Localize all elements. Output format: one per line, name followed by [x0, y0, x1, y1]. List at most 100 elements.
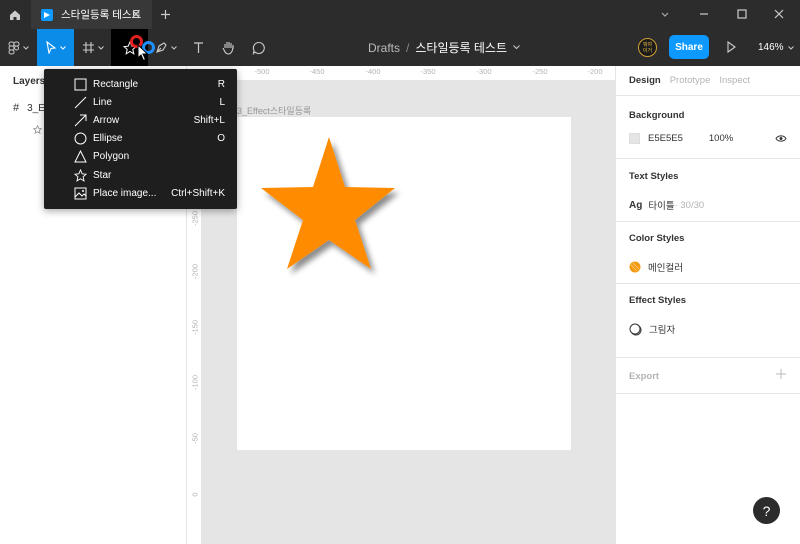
- eye-icon[interactable]: [775, 134, 787, 143]
- ruler-label: -450: [309, 67, 325, 76]
- menu-item-polygon[interactable]: Polygon: [44, 148, 237, 166]
- close-window-icon[interactable]: [772, 7, 786, 21]
- present-play-icon[interactable]: [724, 40, 738, 54]
- menu-item-shortcut: L: [219, 96, 225, 108]
- avatar[interactable]: 뭐야 이거: [638, 38, 657, 57]
- star-icon: [32, 124, 43, 135]
- export-title: Export: [629, 371, 660, 382]
- menu-item-ellipse[interactable]: Ellipse O: [44, 130, 237, 148]
- text-tool-button[interactable]: [186, 29, 211, 66]
- ruler-label: -200: [587, 67, 603, 76]
- arrow-icon: [74, 114, 87, 127]
- file-name[interactable]: 스타일등록 테스트: [415, 39, 507, 56]
- layer-frame-label: 3_E: [27, 102, 45, 114]
- effect-style-name: 그림자: [649, 325, 676, 336]
- image-icon: [74, 187, 87, 200]
- file-icon: [41, 8, 53, 21]
- move-tool-button[interactable]: [37, 29, 74, 66]
- star-shape[interactable]: [259, 137, 397, 271]
- ellipse-icon: [74, 132, 87, 145]
- frame-label[interactable]: 3_Effect스타일등록: [237, 104, 311, 117]
- chevron-down-icon: [170, 45, 177, 50]
- mouse-cursor-icon: [137, 44, 149, 62]
- figma-logo-icon: [8, 41, 20, 54]
- divider: [616, 283, 800, 284]
- chevron-down-icon: [60, 45, 66, 50]
- new-tab-icon[interactable]: [158, 7, 173, 22]
- star-icon: [74, 168, 87, 182]
- text-style-name: 타이틀: [648, 201, 675, 212]
- menu-item-star[interactable]: Star: [44, 166, 237, 184]
- text-style-detail: · 30/30: [674, 199, 705, 211]
- menu-item-arrow[interactable]: Arrow Shift+L: [44, 111, 237, 129]
- hand-tool-button[interactable]: [216, 29, 241, 66]
- menu-item-shortcut: O: [217, 133, 225, 145]
- color-styles-title: Color Styles: [629, 233, 685, 244]
- main-menu-button[interactable]: [0, 29, 37, 66]
- effect-style-item[interactable]: 그림자: [629, 322, 675, 336]
- ruler-label: -400: [365, 67, 381, 76]
- shape-menu: Rectangle R Line L Arrow Shift+L Ellipse…: [44, 69, 237, 209]
- menu-item-shortcut: Shift+L: [193, 114, 225, 126]
- canvas[interactable]: 3_Effect스타일등록: [202, 81, 615, 544]
- layer-star[interactable]: [32, 124, 43, 137]
- text-t-icon: [194, 42, 203, 53]
- menu-item-line[interactable]: Line L: [44, 93, 237, 111]
- divider: [616, 393, 800, 394]
- home-button[interactable]: [0, 0, 30, 29]
- file-tab[interactable]: 스타일등록 테스트: [31, 0, 152, 29]
- background-opacity[interactable]: 100%: [709, 133, 733, 144]
- menu-item-shortcut: Ctrl+Shift+K: [171, 187, 225, 199]
- color-style-item[interactable]: 메인컬러: [629, 260, 683, 274]
- panel-tabs: Design Prototype Inspect: [629, 75, 759, 86]
- add-export-icon[interactable]: [775, 368, 787, 380]
- menu-item-label: Rectangle: [93, 78, 139, 90]
- close-tab-icon[interactable]: [130, 8, 142, 20]
- menu-item-place-image[interactable]: Place image... Ctrl+Shift+K: [44, 184, 237, 202]
- frame-hash-icon: [82, 42, 94, 53]
- ruler-label: -100: [190, 375, 200, 391]
- ruler-label: 0: [190, 492, 200, 497]
- ruler-label: -150: [190, 320, 200, 336]
- layer-frame[interactable]: # 3_E: [13, 102, 45, 114]
- background-hex[interactable]: E5E5E5: [648, 133, 683, 144]
- ruler-horizontal: -500 -450 -400 -350 -300 -250 -200: [187, 66, 615, 81]
- divider: [616, 357, 800, 358]
- help-button[interactable]: ?: [753, 497, 780, 524]
- home-icon: [10, 10, 20, 20]
- text-styles-title: Text Styles: [629, 171, 679, 182]
- tab-inspect[interactable]: Inspect: [719, 75, 750, 86]
- breadcrumb-drafts[interactable]: Drafts: [368, 41, 400, 55]
- background-row[interactable]: E5E5E5 100%: [629, 133, 733, 144]
- background-swatch[interactable]: [629, 133, 640, 144]
- maximize-icon[interactable]: [735, 7, 749, 21]
- tab-design[interactable]: Design: [629, 75, 661, 86]
- text-style-item[interactable]: Ag 타이틀 · 30/30: [629, 198, 705, 213]
- text-style-icon: Ag: [629, 199, 643, 211]
- effect-styles-title: Effect Styles: [629, 295, 687, 306]
- divider: [616, 95, 800, 96]
- ruler-label: -350: [420, 67, 436, 76]
- menu-item-rectangle[interactable]: Rectangle R: [44, 75, 237, 93]
- toolbar: Drafts / 스타일등록 테스트 뭐야 이거 Share 146%: [0, 29, 800, 66]
- chevron-down-icon: [787, 45, 794, 50]
- menu-item-shortcut: R: [217, 78, 225, 90]
- zoom-level: 146%: [758, 42, 784, 53]
- share-button[interactable]: Share: [669, 35, 709, 59]
- layers-title: Layers: [13, 76, 46, 87]
- chevron-down-icon[interactable]: [513, 45, 520, 50]
- dropdown-chevron-icon[interactable]: [658, 7, 672, 21]
- comment-tool-button[interactable]: [246, 29, 271, 66]
- drop-shadow-icon: [629, 323, 642, 335]
- zoom-dropdown[interactable]: 146%: [758, 29, 794, 66]
- frame-tool-button[interactable]: [74, 29, 111, 66]
- tab-prototype[interactable]: Prototype: [670, 75, 711, 86]
- ruler-label: -200: [190, 264, 200, 280]
- hand-icon: [222, 42, 234, 55]
- rectangle-icon: [74, 78, 87, 91]
- comment-icon: [252, 41, 265, 55]
- ruler-label: -250: [190, 211, 200, 227]
- color-style-name: 메인컬러: [648, 263, 683, 274]
- minimize-icon[interactable]: [697, 7, 711, 21]
- line-icon: [74, 96, 87, 109]
